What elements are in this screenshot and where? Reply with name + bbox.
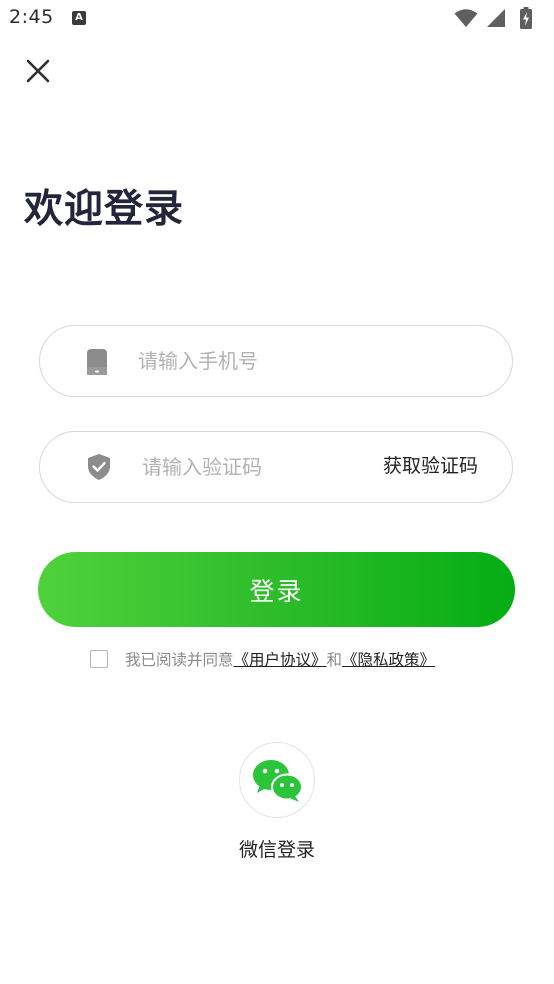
code-input[interactable] [142,432,362,501]
page-title: 欢迎登录 [24,187,185,232]
status-time: 2:45 [9,6,54,28]
close-button[interactable] [22,56,54,88]
agreement-prefix: 我已阅读并同意 [125,651,234,669]
user-agreement-link[interactable]: 《用户协议》 [234,648,327,670]
shield-check-icon [88,454,110,480]
agreement-conjunction: 和 [326,651,343,669]
code-field: 获取验证码 [39,431,513,503]
phone-input[interactable] [138,326,478,395]
phone-field [39,325,513,397]
agreement-checkbox[interactable] [90,650,108,668]
status-bar: 2:45 A [0,0,554,36]
phone-icon [87,349,107,375]
wifi-icon [454,9,478,27]
agreement-row: 我已阅读并同意 《用户协议》 和 《隐私政策》 [90,648,435,670]
get-code-button[interactable]: 获取验证码 [383,432,478,501]
signal-icon [487,9,505,27]
wechat-login-button[interactable] [239,742,315,818]
wechat-icon [253,760,303,802]
wechat-login-label: 微信登录 [238,839,315,861]
notification-icon: A [72,11,86,25]
privacy-policy-link[interactable]: 《隐私政策》 [342,648,435,670]
battery-charging-icon [520,7,532,29]
login-button[interactable]: 登录 [38,552,515,627]
close-icon [26,59,50,83]
status-icons [454,7,544,29]
